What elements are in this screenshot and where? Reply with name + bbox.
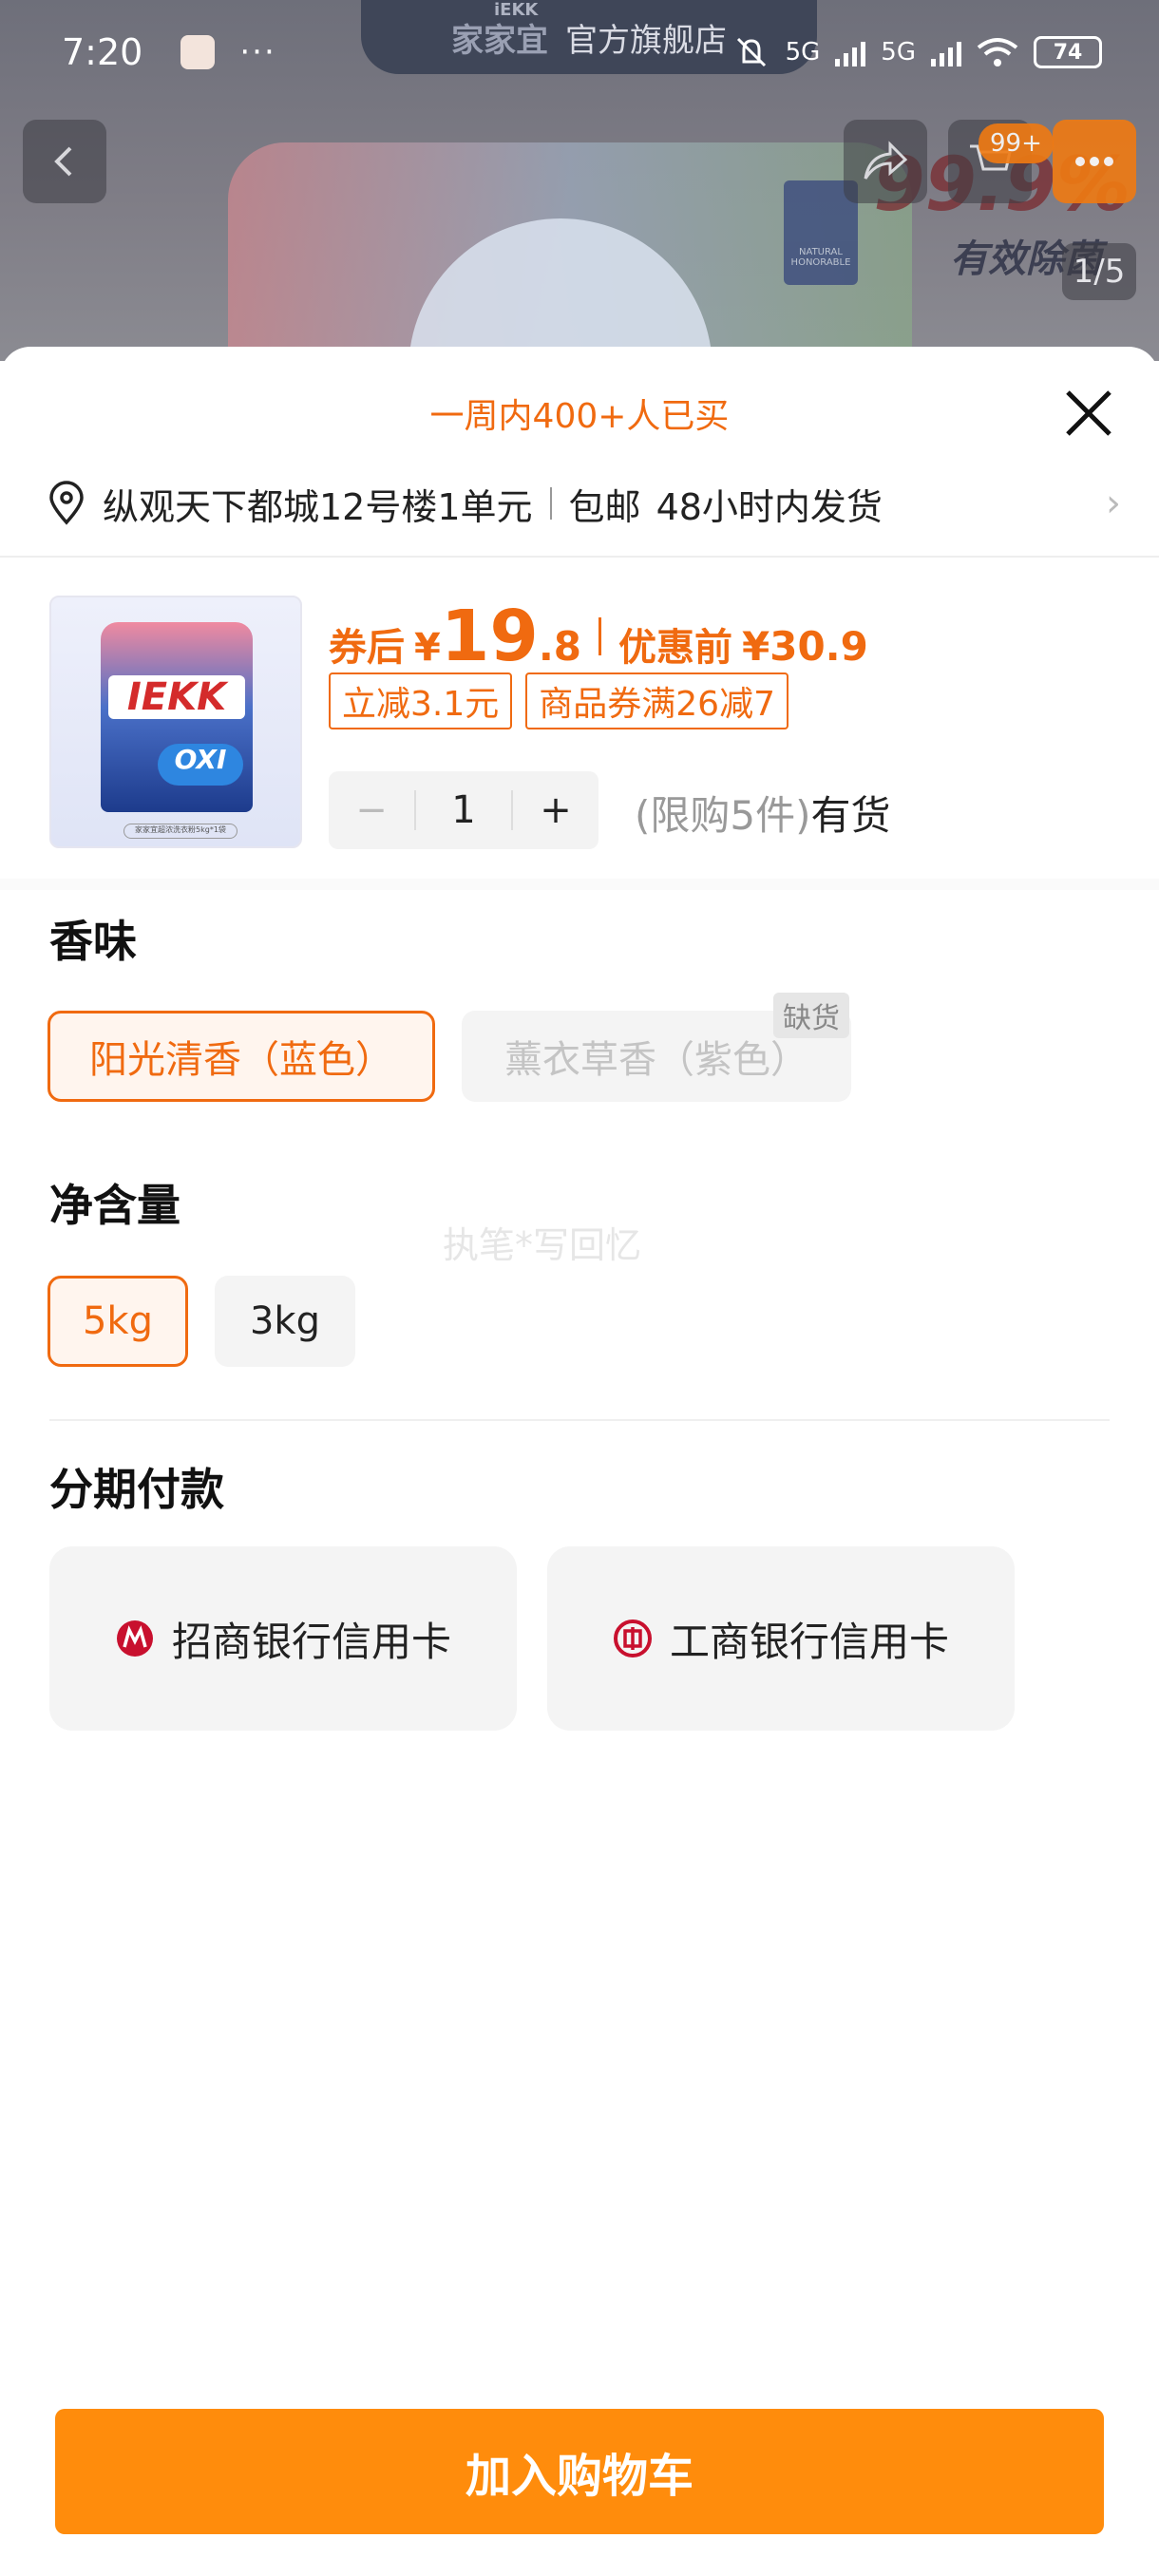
back-button[interactable] [23, 120, 106, 203]
instant-discount-tag: 立减3.1元 [329, 672, 513, 729]
original-price: ¥30.9 [742, 623, 868, 670]
thumbnail-caption: 家家宜超浓洗衣粉5kg*1袋 [124, 824, 238, 839]
bank-option-cmb[interactable]: 招商银行信用卡 [49, 1546, 517, 1731]
product-thumbnail[interactable]: IEKK OXI 家家宜超浓洗衣粉5kg*1袋 [49, 596, 302, 848]
out-of-stock-badge: 缺货 [773, 993, 849, 1038]
cart-count-badge: 99+ [978, 123, 1054, 163]
discount-tags: 立减3.1元 商品券满26减7 [329, 672, 788, 729]
network-5g-label-2: 5G [881, 38, 916, 66]
status-icons: 5G 5G 74 [732, 33, 1102, 71]
section-separator [0, 879, 1159, 890]
volume-option-5kg[interactable]: 5kg [48, 1276, 188, 1367]
product-package-image: IEKK OXI [101, 622, 253, 812]
purchase-limit: (限购5件) [635, 792, 811, 839]
recent-buyers-note: 一周内400+人已买 [429, 397, 730, 436]
installment-section-title: 分期付款 [49, 1464, 224, 1515]
coupon-tag: 商品券满26减7 [525, 672, 788, 729]
bank-option-icbc[interactable]: 工商银行信用卡 [547, 1546, 1015, 1731]
cmb-bank-icon [115, 1619, 155, 1658]
add-to-cart-button[interactable]: 加入购物车 [55, 2409, 1104, 2534]
more-dots-icon [1075, 157, 1113, 166]
signal-icon-2 [931, 38, 961, 66]
status-time: 7:20 [62, 31, 143, 73]
divider [49, 1419, 1110, 1421]
battery-icon: 74 [1034, 36, 1102, 68]
price-integer: 19 [440, 596, 539, 677]
close-icon[interactable] [1060, 385, 1117, 442]
scent-section-title: 香味 [49, 916, 137, 967]
icbc-bank-icon [613, 1619, 653, 1658]
watermark-text: 执笔*写回忆 [443, 1224, 642, 1266]
divider [0, 556, 1159, 558]
thumbnail-oxi-label: OXI [158, 744, 243, 786]
gallery-page-indicator: 1/5 [1062, 243, 1136, 300]
address-divider [549, 487, 552, 520]
shipping-address-row[interactable]: 纵观天下都城12号楼1单元 包邮 48小时内发货 › [48, 470, 1121, 537]
quantity-value[interactable]: 1 [414, 790, 513, 830]
scent-option-sunshine[interactable]: 阳光清香（蓝色） [48, 1011, 435, 1102]
more-notifications-icon: ··· [239, 33, 276, 71]
shipping-fee-text: 包邮 [568, 485, 641, 528]
chevron-left-icon [54, 146, 72, 177]
price-separator [598, 617, 602, 655]
bank-option-cmb-label: 招商银行信用卡 [171, 1618, 451, 1665]
quantity-decrease-button[interactable]: − [329, 788, 414, 832]
currency-symbol: ¥ [414, 626, 441, 670]
price-decimal: .8 [538, 623, 582, 670]
volume-option-3kg[interactable]: 3kg [215, 1276, 355, 1367]
thumbnail-brand-logo: IEKK [108, 675, 245, 719]
more-button[interactable] [1053, 120, 1136, 203]
network-5g-label-1: 5G [785, 38, 821, 66]
share-button[interactable] [844, 120, 927, 203]
quantity-increase-button[interactable]: + [513, 788, 598, 832]
share-icon [864, 141, 908, 180]
volume-section-title: 净含量 [49, 1180, 180, 1231]
address-text: 纵观天下都城12号楼1单元 [103, 485, 533, 528]
chevron-right-icon: › [1106, 482, 1121, 525]
quantity-stepper: − 1 + [329, 771, 598, 849]
delivery-time-text: 48小时内发货 [656, 485, 883, 528]
original-price-label: 优惠前 [618, 626, 733, 670]
price-line: 券后 ¥ 19 .8 优惠前 ¥30.9 [329, 596, 868, 677]
notification-app-icon [180, 35, 216, 69]
in-stock-label: 有货 [810, 792, 891, 839]
mute-icon [736, 37, 766, 67]
wifi-icon [977, 38, 1018, 66]
after-coupon-label: 券后 [329, 626, 405, 670]
bank-option-icbc-label: 工商银行信用卡 [669, 1618, 949, 1665]
signal-icon-1 [835, 38, 866, 66]
status-bar: 7:20 ··· 5G 5G 74 [0, 0, 1159, 104]
stock-status: (限购5件)有货 [635, 784, 891, 842]
location-pin-icon [49, 481, 84, 525]
